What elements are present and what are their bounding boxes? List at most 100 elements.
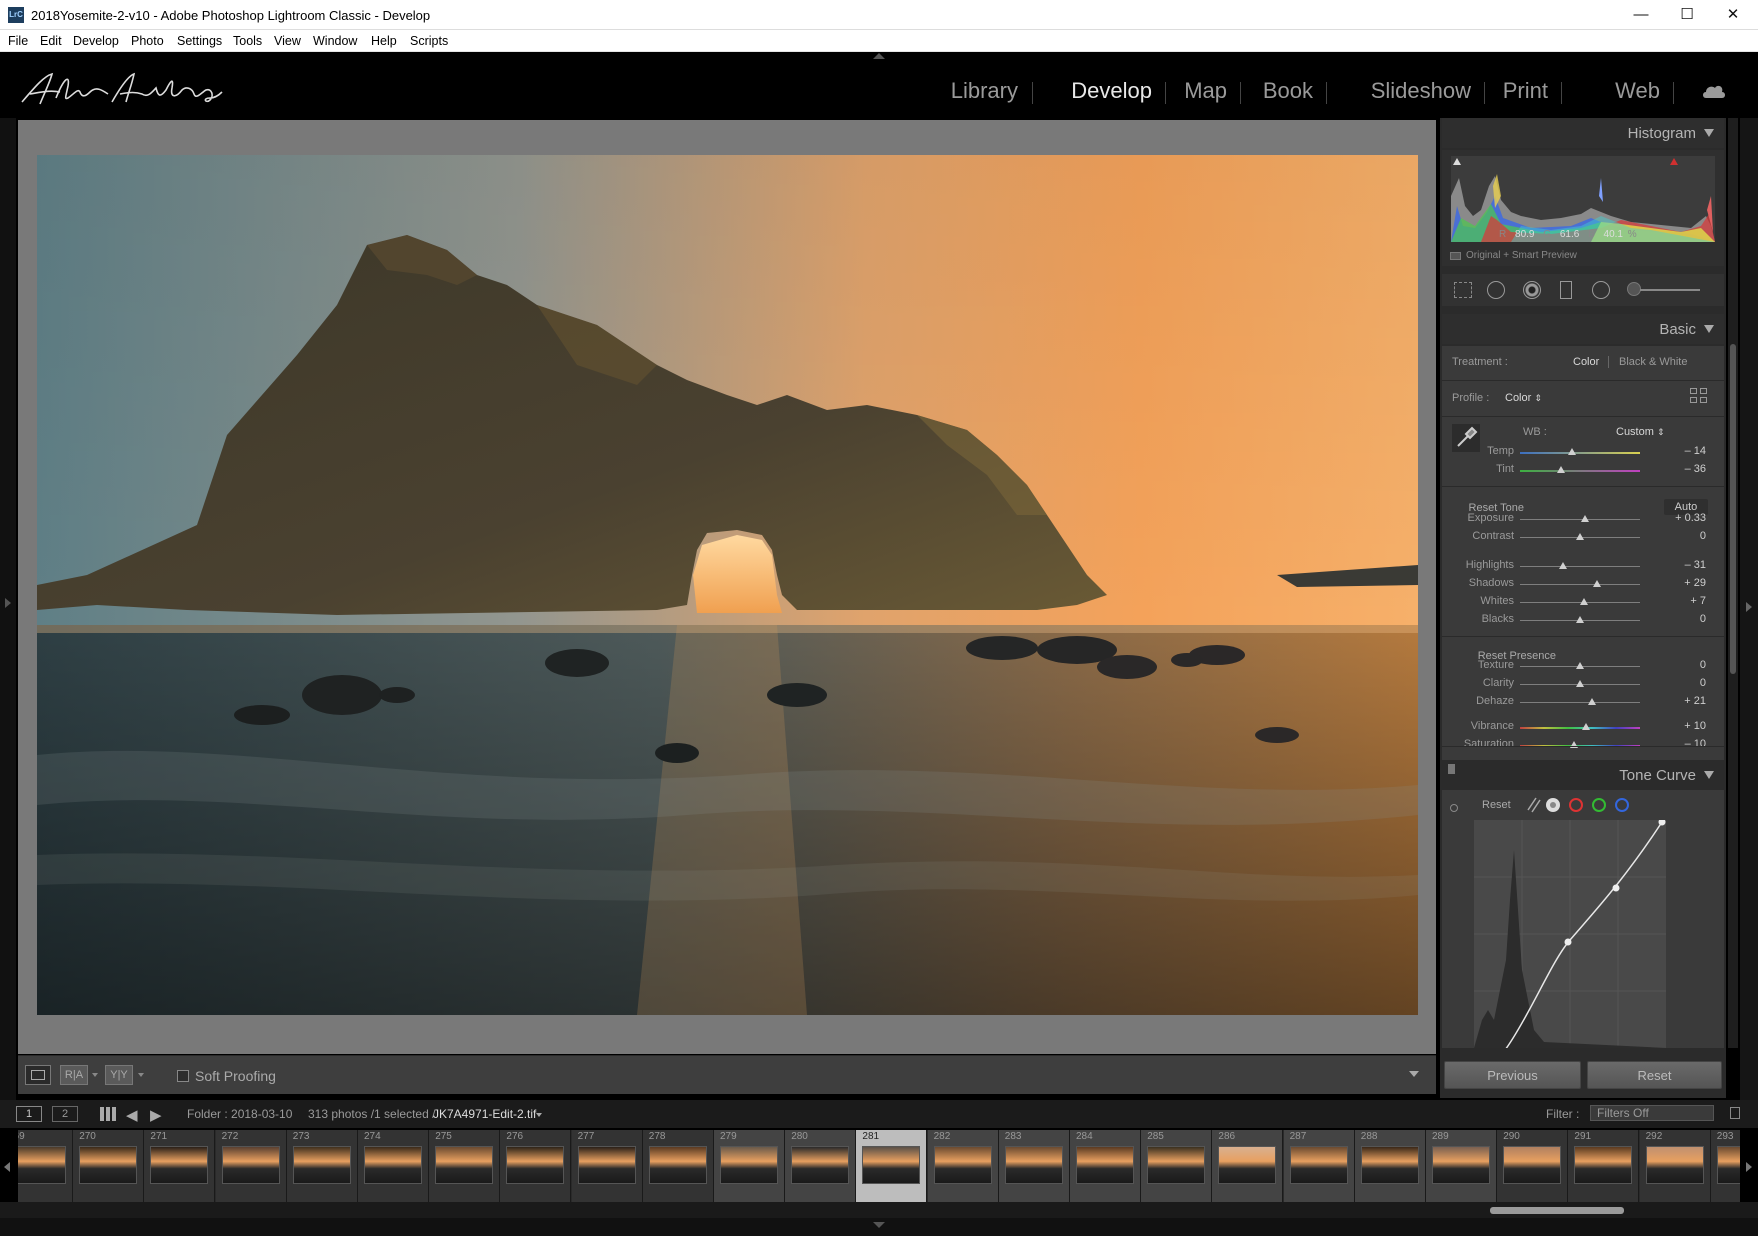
filmstrip-frame[interactable]: 286 [1212,1130,1284,1202]
menu-edit[interactable]: Edit [40,34,62,48]
slider-thumb-dehaze[interactable] [1588,698,1596,705]
slider-thumb-blacks[interactable] [1576,616,1584,623]
profile-browser-grid-icon[interactable] [1690,388,1708,404]
filmstrip-frame[interactable]: 280 [785,1130,857,1202]
menu-develop[interactable]: Develop [73,34,119,48]
filmstrip-frame[interactable]: 281 [856,1130,928,1202]
slider-thumb-clarity[interactable] [1576,680,1584,687]
filmstrip-scroll-right-icon[interactable] [1746,1162,1752,1172]
slider-thumb-vibrance[interactable] [1582,723,1590,730]
filmstrip-frame[interactable]: 276 [500,1130,572,1202]
minimize-button[interactable]: — [1618,0,1664,30]
menu-view[interactable]: View [274,34,301,48]
frame-thumbnail[interactable] [720,1146,778,1184]
filmstrip-frame[interactable]: 273 [286,1130,358,1202]
grid-view-icon[interactable] [100,1107,116,1121]
adjustment-brush-icon[interactable] [1627,282,1641,296]
frame-thumbnail[interactable] [150,1146,209,1184]
frame-thumbnail[interactable] [1503,1146,1562,1184]
frame-thumbnail[interactable] [1289,1146,1348,1184]
slider-track-dehaze[interactable] [1520,702,1640,703]
frame-thumbnail[interactable] [79,1146,138,1184]
frame-thumbnail[interactable] [364,1146,422,1184]
collapse-triangle-icon[interactable] [1704,771,1714,779]
treatment-bw-option[interactable]: Black & White [1619,356,1687,368]
slider-value-highlights[interactable]: – 31 [1666,559,1706,571]
soft-proofing-checkbox[interactable]: Soft Proofing [177,1068,276,1084]
frame-thumbnail[interactable] [18,1146,66,1184]
slider-value-exposure[interactable]: + 0.33 [1666,512,1706,524]
module-library[interactable]: Library [951,78,1018,104]
crop-tool-icon[interactable] [1454,282,1472,298]
slider-value-whites[interactable]: + 7 [1666,595,1706,607]
filmstrip-frame[interactable]: 271 [144,1130,216,1202]
tone-curve-header[interactable]: Tone Curve [1442,760,1724,790]
slider-value-clarity[interactable]: 0 [1666,677,1706,689]
slider-track-shadows[interactable] [1520,584,1640,585]
menu-help[interactable]: Help [371,34,397,48]
frame-thumbnail[interactable] [435,1146,494,1184]
filmstrip-frame[interactable]: 275 [429,1130,501,1202]
module-book[interactable]: Book [1263,78,1313,104]
slider-value-contrast[interactable]: 0 [1666,530,1706,542]
slider-track-temp[interactable] [1520,452,1640,454]
folder-source[interactable]: Folder : 2018-03-10 [187,1107,292,1121]
before-after-left-right-button[interactable]: R|A [60,1065,88,1085]
slider-track-vibrance[interactable] [1520,727,1640,729]
filmstrip-scrollbar-thumb[interactable] [1490,1207,1624,1214]
left-panel-collapsed[interactable] [0,118,16,1118]
filmstrip-frame[interactable]: 288 [1354,1130,1426,1202]
profile-select[interactable]: Color ⇕ [1505,392,1542,404]
slider-thumb-contrast[interactable] [1576,533,1584,540]
filter-lock-icon[interactable] [1730,1107,1740,1119]
collapse-triangle-icon[interactable] [1704,325,1714,333]
filmstrip-frame[interactable]: 284 [1070,1130,1141,1202]
slider-track-tint[interactable] [1520,470,1640,472]
menu-file[interactable]: File [8,34,28,48]
filter-select[interactable]: Filters Off [1590,1105,1714,1121]
brush-slider-track[interactable] [1640,289,1700,291]
module-develop[interactable]: Develop [1071,78,1152,104]
slider-thumb-highlights[interactable] [1559,562,1567,569]
frame-thumbnail[interactable] [1716,1146,1740,1184]
radial-filter-icon[interactable] [1592,281,1610,299]
filmstrip[interactable]: 269 270 271 272 273 274 275 276 277 278 279 280 281 2… [18,1130,1740,1202]
slider-value-tint[interactable]: – 36 [1666,463,1706,475]
frame-thumbnail[interactable] [1076,1146,1134,1184]
slider-value-temp[interactable]: – 14 [1666,445,1706,457]
scrollbar-thumb[interactable] [1730,344,1736,674]
panel-toggle-switch[interactable] [1448,764,1455,774]
red-eye-icon[interactable] [1523,281,1541,299]
menu-tools[interactable]: Tools [233,34,262,48]
loupe-view-button[interactable] [25,1065,51,1085]
frame-thumbnail[interactable] [1645,1146,1704,1184]
previous-button[interactable]: Previous [1444,1061,1581,1089]
main-window-screen-button[interactable]: 1 [16,1106,42,1122]
collapse-right-panel-icon[interactable] [1746,602,1752,612]
selected-filename[interactable]: JK7A4971-Edit-2.tif [433,1107,536,1121]
highlight-clipping-indicator-icon[interactable] [1670,158,1678,165]
filmstrip-frame[interactable]: 270 [73,1130,145,1202]
filmstrip-frame[interactable]: 291 [1568,1130,1640,1202]
frame-thumbnail[interactable] [1218,1146,1277,1184]
collapse-filmstrip-icon[interactable] [873,1222,885,1228]
tone-curve-graph[interactable] [1474,820,1666,1048]
module-web[interactable]: Web [1615,78,1660,104]
back-arrow-icon[interactable]: ◀ [126,1106,138,1124]
slider-value-dehaze[interactable]: + 21 [1666,695,1706,707]
filmstrip-frame[interactable]: 282 [927,1130,999,1202]
photo-preview[interactable] [37,155,1418,1015]
frame-thumbnail[interactable] [1004,1146,1063,1184]
basic-header[interactable]: Basic [1442,314,1724,344]
slider-thumb-tint[interactable] [1557,466,1565,473]
chevron-down-icon[interactable] [138,1073,144,1077]
slider-value-texture[interactable]: 0 [1666,659,1706,671]
filmstrip-frame[interactable]: 279 [714,1130,785,1202]
targeted-adjustment-icon[interactable] [1450,804,1458,812]
filmstrip-frame[interactable]: 287 [1283,1130,1355,1202]
slider-track-exposure[interactable] [1520,519,1640,520]
reset-button[interactable]: Reset [1587,1061,1722,1089]
shadow-clipping-indicator-icon[interactable] [1453,158,1461,165]
wb-select[interactable]: Custom ⇕ [1616,426,1665,438]
frame-thumbnail[interactable] [1360,1146,1419,1184]
